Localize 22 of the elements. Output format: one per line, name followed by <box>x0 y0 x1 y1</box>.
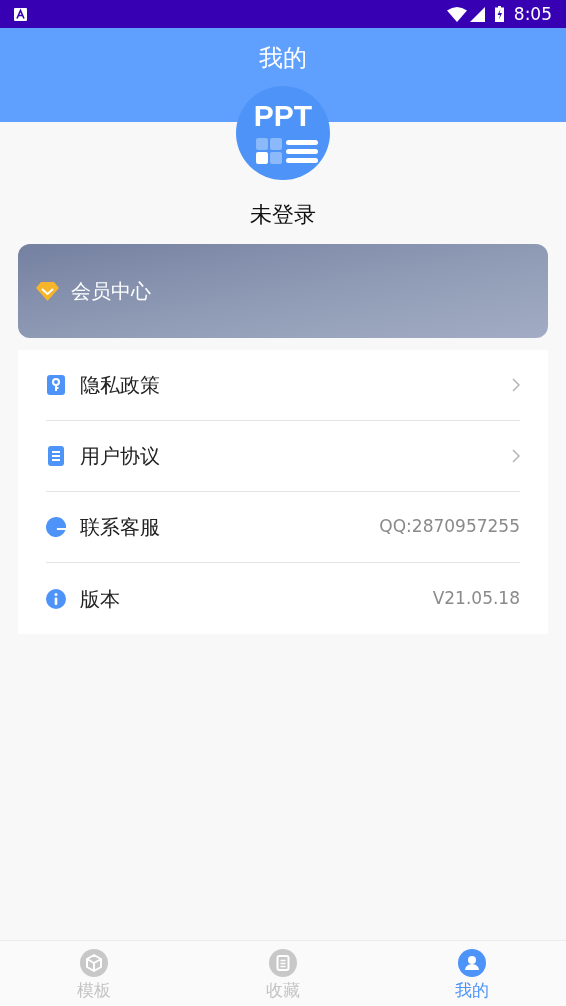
wifi-icon <box>446 6 467 22</box>
diamond-icon <box>36 281 59 301</box>
status-time: 8:05 <box>513 5 552 23</box>
battery-icon <box>494 6 504 22</box>
menu-value: V21.05.18 <box>432 586 520 610</box>
menu-item[interactable]: 用户协议 <box>46 421 520 492</box>
cube-icon <box>80 949 109 977</box>
app-logo: PPT <box>236 86 330 180</box>
chat-icon <box>46 517 66 537</box>
menu-item[interactable]: 联系客服 QQ:2870957255 <box>46 492 520 563</box>
document-icon <box>46 446 66 466</box>
user-icon <box>457 949 486 977</box>
signal-icon <box>469 6 485 22</box>
app-notification-icon <box>14 7 27 21</box>
menu-item[interactable]: 隐私政策 <box>46 350 520 421</box>
page-title: 我的 <box>259 43 307 74</box>
menu-value: QQ:2870957255 <box>379 515 520 539</box>
key-icon <box>46 375 66 395</box>
info-icon <box>46 588 66 609</box>
user-name[interactable]: 未登录 <box>250 200 316 230</box>
document-icon <box>269 949 297 977</box>
menu-item[interactable]: 版本 V21.05.18 <box>46 563 520 634</box>
